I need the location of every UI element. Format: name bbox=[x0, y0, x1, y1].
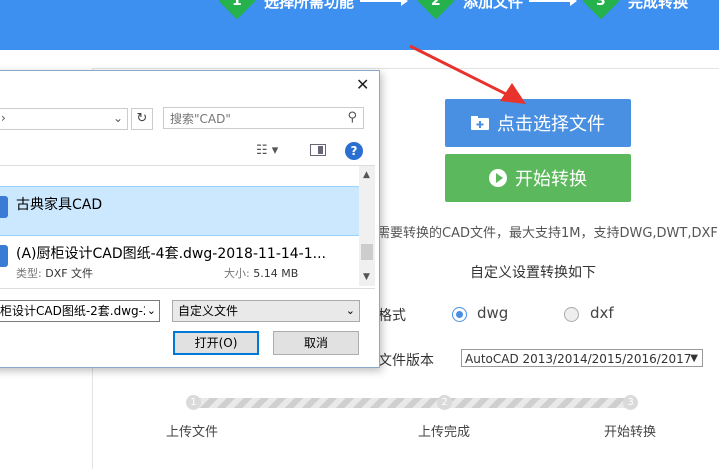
path-bar[interactable]: › ⌄ bbox=[0, 108, 128, 130]
scroll-up-icon[interactable]: ▲ bbox=[363, 170, 370, 180]
search-box[interactable]: ⚲ bbox=[163, 107, 364, 129]
filetype-select[interactable]: 自定义文件 ⌄ bbox=[172, 300, 360, 322]
chevron-down-icon[interactable]: ⌄ bbox=[346, 301, 355, 321]
file-size: 大小: 5.14 MB bbox=[224, 267, 299, 280]
file-name[interactable]: (A)厨柜设计CAD图纸-4套.dwg-2018-11-14-1... bbox=[16, 243, 326, 263]
dxf-file-icon bbox=[0, 245, 8, 267]
close-icon[interactable]: ✕ bbox=[356, 75, 369, 94]
cancel-button[interactable]: 取消 bbox=[273, 331, 359, 355]
list-scrollbar[interactable]: ▲ ▼ bbox=[359, 166, 375, 286]
file-icon bbox=[0, 196, 8, 218]
filename-value: 柜设计CAD图纸-2套.dwg-2 bbox=[0, 304, 151, 318]
preview-pane-icon[interactable] bbox=[310, 144, 326, 156]
search-input[interactable] bbox=[170, 110, 340, 128]
file-name: 古典家具CAD bbox=[16, 197, 103, 213]
filename-combobox[interactable]: 柜设计CAD图纸-2套.dwg-2 ⌄ bbox=[0, 300, 160, 322]
help-icon[interactable]: ? bbox=[345, 142, 363, 160]
view-options-icon[interactable]: ☷ ▾ bbox=[256, 143, 278, 158]
scroll-thumb[interactable] bbox=[361, 244, 373, 260]
file-type: 类型: DXF 文件 bbox=[16, 267, 94, 280]
filetype-value: 自定义文件 bbox=[178, 304, 239, 318]
open-button[interactable]: 打开(O) bbox=[173, 331, 259, 355]
search-icon[interactable]: ⚲ bbox=[347, 110, 357, 125]
chevron-down-icon[interactable]: ⌄ bbox=[144, 301, 156, 321]
refresh-icon[interactable]: ↻ bbox=[131, 108, 153, 130]
scroll-down-icon[interactable]: ▼ bbox=[363, 272, 370, 282]
chevron-right-icon: › bbox=[1, 111, 6, 125]
chevron-down-icon[interactable]: ⌄ bbox=[113, 111, 123, 125]
